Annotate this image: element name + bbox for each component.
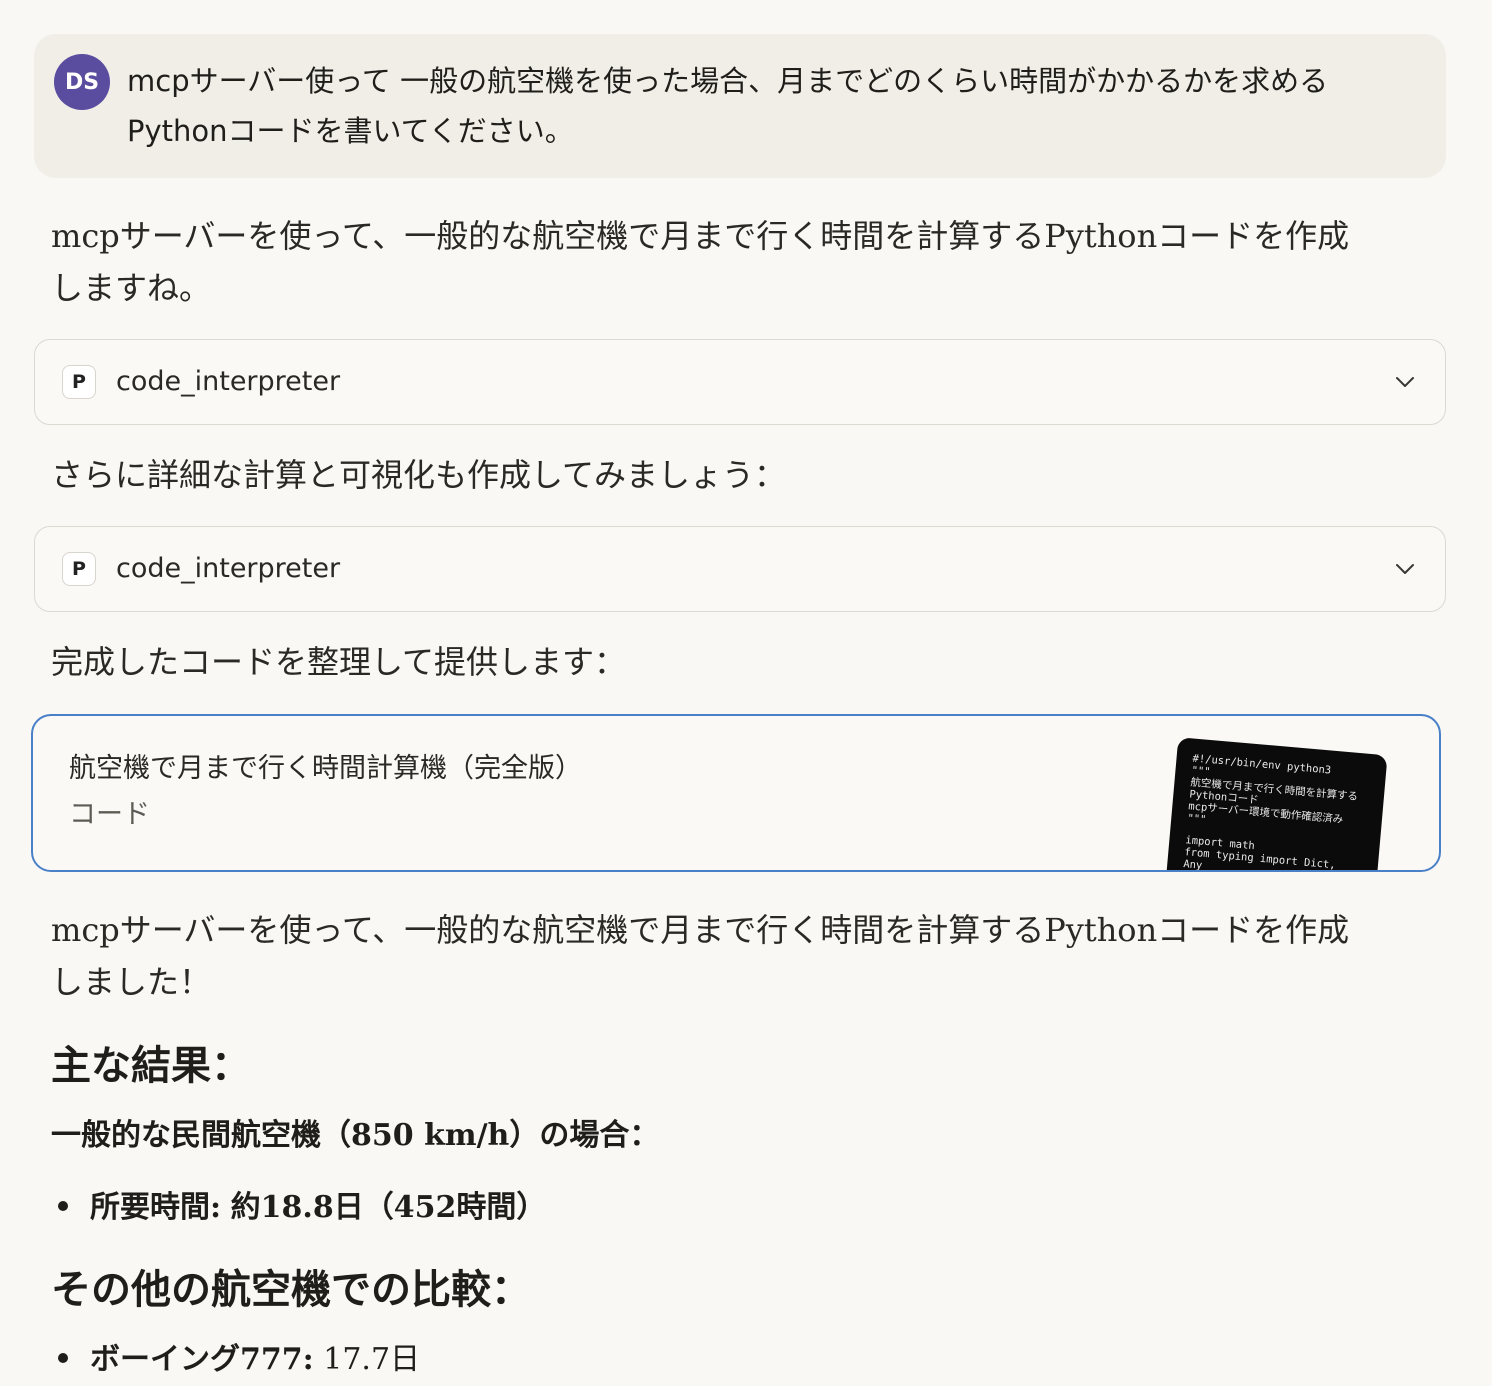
heading-main-results: 主な結果： [51,1042,251,1089]
chevron-down-icon[interactable] [1393,370,1417,394]
assistant-text-2: さらに詳細な計算と可視化も作成してみましょう： [51,456,787,494]
tool-name: code_interpreter [116,366,341,397]
bullet-dot [58,1353,68,1363]
code-preview-thumbnail: #!/usr/bin/env python3 """ 航空機で月まで行く時間を計… [1164,737,1388,870]
assistant-summary: mcpサーバーを使って、一般的な航空機で月まで行く時間を計算するPythonコー… [51,911,1350,1001]
bullet-dot [58,1201,68,1211]
list-item-label: 所要時間: [90,1190,222,1225]
list-item: 所要時間: 約18.8日（452時間） [58,1186,546,1230]
artifact-card[interactable]: 航空機で月まで行く時間計算機（完全版） コード #!/usr/bin/env p… [31,714,1441,872]
chevron-down-icon[interactable] [1393,557,1417,581]
tool-badge: P [62,552,96,586]
user-avatar: DS [54,54,110,110]
list-item-value: 約18.8日（452時間） [230,1190,547,1225]
tool-call-1[interactable]: P code_interpreter [34,339,1446,425]
tool-name: code_interpreter [116,553,341,584]
artifact-type: コード [69,799,150,830]
tool-badge: P [62,365,96,399]
heading-case: 一般的な民間航空機（850 km/h）の場合： [51,1118,660,1153]
list-item-value: 17.7日 [323,1342,421,1377]
assistant-text-3: 完成したコードを整理して提供します： [51,643,627,681]
list-item: ボーイング777: 17.7日 [58,1338,420,1382]
tool-call-2[interactable]: P code_interpreter [34,526,1446,612]
heading-comparison: その他の航空機での比較： [51,1266,531,1313]
assistant-intro: mcpサーバーを使って、一般的な航空機で月まで行く時間を計算するPythonコー… [51,217,1350,307]
user-message-text: mcpサーバー使って 一般の航空機を使った場合、月までどのくらい時間がかかるかを… [127,64,1329,148]
list-item-label: ボーイング777: [90,1342,314,1377]
artifact-title: 航空機で月まで行く時間計算機（完全版） [69,753,582,784]
user-message: DS mcpサーバー使って 一般の航空機を使った場合、月までどのくらい時間がかか… [34,34,1446,178]
